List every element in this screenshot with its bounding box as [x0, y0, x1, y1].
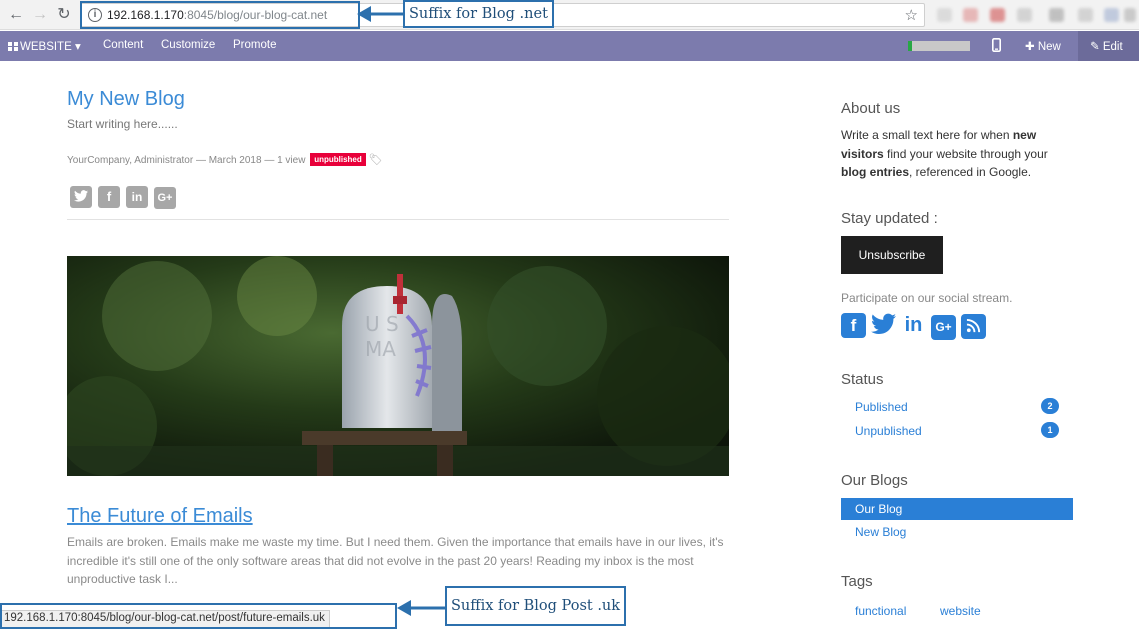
- extension-icon[interactable]: [990, 8, 1005, 22]
- social-icons: f in G+: [841, 313, 991, 340]
- divider: [67, 219, 729, 220]
- extension-icon[interactable]: [1078, 8, 1093, 22]
- our-blogs-heading: Our Blogs: [841, 472, 908, 489]
- facebook-icon[interactable]: f: [98, 186, 120, 208]
- svg-text:U S: U S: [365, 312, 399, 336]
- annotation-arrow-icon: [357, 6, 403, 22]
- status-published-link[interactable]: Published: [855, 400, 908, 414]
- status-url-highlight-box: [0, 603, 397, 629]
- apps-grid-icon: [8, 42, 18, 51]
- about-text: Write a small text here for when new vis…: [841, 126, 1071, 182]
- website-menu-label: WEBSITE: [20, 41, 72, 53]
- edit-button-area[interactable]: ✎ Edit: [1078, 31, 1139, 61]
- blog-meta: YourCompany, Administrator — March 2018 …: [67, 153, 383, 166]
- about-text-part: find your website through your: [883, 146, 1048, 161]
- linkedin-icon[interactable]: in: [901, 313, 926, 338]
- website-menu[interactable]: WEBSITE ▾: [8, 39, 81, 53]
- blog-post-excerpt: Emails are broken. Emails make me waste …: [67, 535, 724, 586]
- unsubscribe-button[interactable]: Unsubscribe: [841, 236, 943, 274]
- url-highlight-box: [80, 1, 360, 29]
- content-menu[interactable]: Content: [103, 39, 143, 51]
- post-suffix-annotation: Suffix for Blog Post .uk: [445, 586, 627, 626]
- linkedin-icon[interactable]: in: [126, 186, 148, 208]
- published-count-badge: 2: [1041, 398, 1059, 414]
- status-unpublished-link[interactable]: Unpublished: [855, 424, 922, 438]
- social-note: Participate on our social stream.: [841, 291, 1013, 305]
- blog-post-cover-image[interactable]: U S MA: [67, 256, 729, 476]
- blog-suffix-annotation: Suffix for Blog .net: [403, 0, 554, 28]
- website-editor-bar: WEBSITE ▾ Content Customize Promote ✚ Ne…: [0, 31, 1139, 61]
- progress-bar: [908, 41, 970, 51]
- stay-updated-heading: Stay updated :: [841, 210, 938, 227]
- reload-icon[interactable]: ↻: [55, 6, 73, 24]
- tag-website[interactable]: website: [940, 604, 981, 618]
- blog-item-label: Our Blog: [855, 502, 903, 516]
- svg-text:MA: MA: [365, 337, 396, 361]
- forward-arrow-icon[interactable]: →: [31, 6, 49, 24]
- tag-functional[interactable]: functional: [855, 604, 906, 618]
- new-button[interactable]: ✚ New: [1025, 39, 1061, 53]
- extension-icon[interactable]: [1017, 8, 1032, 22]
- blog-title[interactable]: My New Blog: [67, 88, 185, 111]
- promote-menu[interactable]: Promote: [233, 39, 276, 51]
- new-button-label: New: [1037, 41, 1061, 53]
- customize-menu[interactable]: Customize: [161, 39, 215, 51]
- google-plus-icon[interactable]: G+: [931, 315, 956, 340]
- extension-icon[interactable]: [1104, 8, 1119, 22]
- edit-button-label: Edit: [1102, 41, 1123, 53]
- pencil-icon: ✎: [1090, 41, 1100, 53]
- about-text-bold: blog entries: [841, 165, 910, 179]
- tags-heading: Tags: [841, 573, 873, 590]
- about-text-part: , referenced in Google.: [909, 165, 1032, 179]
- about-heading: About us: [841, 100, 901, 117]
- tags-icon[interactable]: 🏷: [369, 154, 383, 166]
- edit-button[interactable]: ✎ Edit: [1090, 39, 1123, 53]
- google-plus-icon[interactable]: G+: [154, 187, 176, 209]
- blog-meta-text: YourCompany, Administrator — March 2018 …: [67, 155, 306, 166]
- chevron-down-icon: ▾: [74, 41, 81, 53]
- share-icons: f in G+: [70, 186, 182, 209]
- blog-subtitle: Start writing here......: [67, 117, 178, 131]
- unpublished-badge: unpublished: [310, 153, 366, 166]
- twitter-icon[interactable]: [871, 313, 896, 338]
- rss-icon[interactable]: [961, 314, 986, 339]
- twitter-icon[interactable]: [70, 186, 92, 208]
- extension-icon[interactable]: [963, 8, 978, 22]
- progress-fill: [908, 41, 912, 51]
- extension-icon[interactable]: [1124, 8, 1136, 22]
- annotation-arrow-icon: [397, 600, 445, 616]
- extension-icon[interactable]: [937, 8, 952, 22]
- unpublished-count-badge: 1: [1041, 422, 1059, 438]
- mobile-preview-icon[interactable]: [992, 38, 1002, 55]
- status-heading: Status: [841, 371, 884, 388]
- back-arrow-icon[interactable]: ←: [7, 6, 25, 24]
- blog-post-title-link[interactable]: The Future of Emails: [67, 505, 253, 528]
- facebook-icon[interactable]: f: [841, 313, 866, 338]
- extension-icon[interactable]: [1049, 8, 1064, 22]
- blog-item-our-blog[interactable]: Our Blog: [841, 498, 1073, 520]
- about-text-part: Write a small text here for when: [841, 128, 1013, 142]
- blog-item-new-blog[interactable]: New Blog: [855, 525, 906, 539]
- mailbox-photo: U S MA: [67, 256, 729, 476]
- bookmark-star-icon[interactable]: ☆: [905, 6, 918, 24]
- plus-icon: ✚: [1025, 41, 1035, 53]
